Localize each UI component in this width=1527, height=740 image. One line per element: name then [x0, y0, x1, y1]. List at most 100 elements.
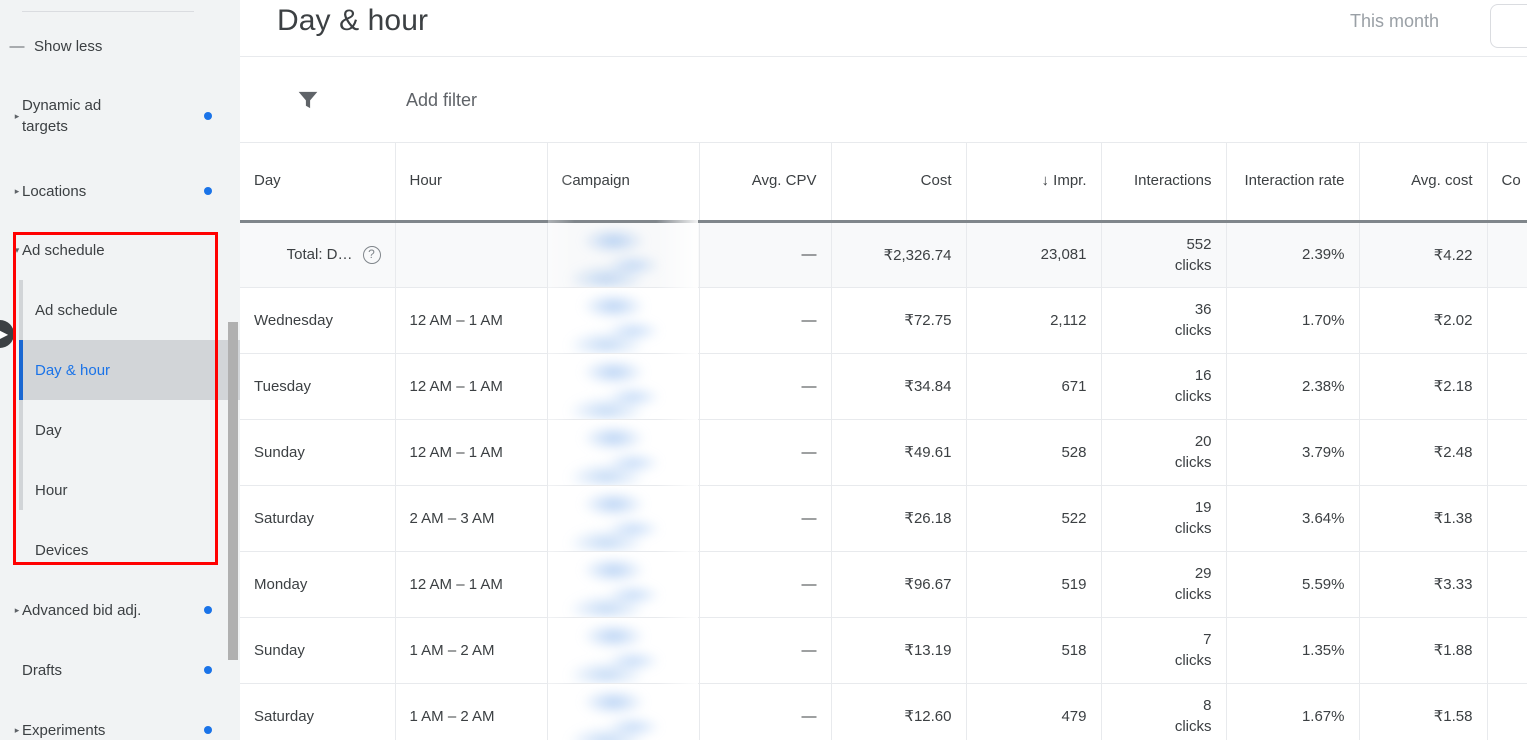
cell-avg-cpv: —	[699, 683, 832, 740]
sidebar-subitem-label: Hour	[35, 481, 68, 499]
cell-day: Saturday	[240, 683, 396, 740]
table-row[interactable]: Sunday 12 AM – 1 AM — ₹49.61 528 20 clicks 3.79…	[240, 419, 1527, 486]
table-header-row: Day Hour Campaign Avg. CPV Cost ↓ Impr. …	[240, 143, 1527, 223]
sidebar-item-experiments[interactable]: ▸ Experiments	[0, 717, 240, 740]
cell-avg-cost: ₹2.18	[1359, 353, 1488, 420]
cell-interactions: 19 clicks	[1101, 485, 1227, 552]
date-picker-button[interactable]	[1490, 4, 1527, 48]
redacted-campaign	[561, 353, 685, 418]
cell-day: Saturday	[240, 485, 396, 552]
cell-partial	[1487, 485, 1527, 552]
cell-impressions: 522	[966, 485, 1102, 552]
table-row[interactable]: Tuesday 12 AM – 1 AM — ₹34.84 671 16 clicks 2.3…	[240, 353, 1527, 420]
cell-interaction-rate: 1.70%	[1226, 287, 1360, 354]
cell-interaction-rate: 1.67%	[1226, 683, 1360, 740]
sidebar-item-label: Locations	[22, 182, 87, 200]
sidebar: — Show less ▸ Dynamic ad targets ▸ Locat…	[0, 0, 240, 740]
cell-impressions: 528	[966, 419, 1102, 486]
cell-impressions: 518	[966, 617, 1102, 684]
column-header-avg-cpv[interactable]: Avg. CPV	[699, 143, 832, 223]
total-avg-cost-cell: ₹4.22	[1359, 221, 1488, 288]
column-header-cost[interactable]: Cost	[831, 143, 967, 223]
redacted-campaign	[561, 683, 685, 740]
cell-hour: 1 AM – 2 AM	[395, 683, 548, 740]
table-row[interactable]: Monday 12 AM – 1 AM — ₹96.67 519 29 clicks 5.59…	[240, 551, 1527, 618]
new-badge-dot	[204, 666, 212, 674]
cell-cost: ₹96.67	[831, 551, 967, 618]
sidebar-subitem-label: Ad schedule	[35, 301, 118, 319]
top-bar: Day & hour This month	[240, 0, 1527, 57]
cell-avg-cost: ₹2.48	[1359, 419, 1488, 486]
cell-cost: ₹26.18	[831, 485, 967, 552]
table-row[interactable]: Saturday 1 AM – 2 AM — ₹12.60 479 8 clicks 1.67…	[240, 683, 1527, 740]
table-row[interactable]: Sunday 1 AM – 2 AM — ₹13.19 518 7 clicks 1.35% ₹…	[240, 617, 1527, 684]
total-label-cell: Total: D…?	[240, 221, 396, 288]
cell-interactions: 8 clicks	[1101, 683, 1227, 740]
cell-cost: ₹12.60	[831, 683, 967, 740]
cell-avg-cost: ₹1.88	[1359, 617, 1488, 684]
sidebar-subitem-day[interactable]: Day	[19, 400, 240, 460]
cell-day: Sunday	[240, 617, 396, 684]
column-header-campaign[interactable]: Campaign	[547, 143, 700, 223]
sidebar-item-label: Ad schedule	[22, 241, 105, 259]
chevron-right-icon: ▸	[14, 604, 20, 615]
cell-day: Tuesday	[240, 353, 396, 420]
sidebar-collapse-toggle[interactable]: ▶	[0, 320, 14, 348]
add-filter-button[interactable]: Add filter	[406, 90, 477, 111]
column-header-interaction-rate[interactable]: Interaction rate	[1226, 143, 1360, 223]
sidebar-subitem-hour[interactable]: Hour	[19, 460, 240, 520]
total-cost-cell: ₹2,326.74	[831, 221, 967, 288]
table-row[interactable]: Saturday 2 AM – 3 AM — ₹26.18 522 19 clicks 3.6…	[240, 485, 1527, 552]
cell-interactions: 16 clicks	[1101, 353, 1227, 420]
sidebar-item-dynamic-ad-targets[interactable]: ▸ Dynamic ad targets	[0, 94, 240, 138]
cell-hour: 12 AM – 1 AM	[395, 419, 548, 486]
cell-interaction-rate: 3.79%	[1226, 419, 1360, 486]
cell-impressions: 2,112	[966, 287, 1102, 354]
cell-cost: ₹13.19	[831, 617, 967, 684]
cell-hour: 1 AM – 2 AM	[395, 617, 548, 684]
cell-campaign	[547, 683, 700, 740]
cell-partial	[1487, 551, 1527, 618]
sidebar-scrollbar-thumb[interactable]	[228, 322, 238, 660]
cell-interactions: 7 clicks	[1101, 617, 1227, 684]
minus-icon: —	[9, 37, 25, 55]
sidebar-subitem-devices[interactable]: Devices	[19, 520, 240, 580]
cell-interaction-rate: 3.64%	[1226, 485, 1360, 552]
chevron-right-icon: ▸	[14, 110, 20, 121]
total-impressions-cell: 23,081	[966, 221, 1102, 288]
cell-interactions: 20 clicks	[1101, 419, 1227, 486]
filter-bar: Add filter	[240, 57, 1527, 143]
redacted-campaign	[561, 485, 685, 550]
cell-avg-cost: ₹1.38	[1359, 485, 1488, 552]
total-hour-cell	[395, 221, 548, 288]
app-root: — Show less ▸ Dynamic ad targets ▸ Locat…	[0, 0, 1527, 740]
sidebar-item-label: Advanced bid adj.	[22, 601, 142, 619]
column-header-partial[interactable]: Co	[1487, 143, 1527, 223]
sidebar-subitem-label: Day	[35, 421, 62, 439]
column-header-hour[interactable]: Hour	[395, 143, 548, 223]
sidebar-item-drafts[interactable]: Drafts	[0, 657, 240, 683]
sidebar-item-locations[interactable]: ▸ Locations	[0, 178, 240, 204]
column-header-avg-cost[interactable]: Avg. cost	[1359, 143, 1488, 223]
sidebar-item-ad-schedule-group[interactable]: ▾ Ad schedule	[0, 237, 240, 263]
sidebar-subitem-day-and-hour[interactable]: Day & hour	[19, 340, 240, 400]
new-badge-dot	[204, 606, 212, 614]
filter-icon[interactable]	[294, 86, 322, 114]
sidebar-subitem-ad-schedule[interactable]: Ad schedule	[19, 280, 240, 340]
sidebar-item-advanced-bid-adj[interactable]: ▸ Advanced bid adj.	[0, 597, 240, 623]
column-header-impressions-sorted[interactable]: ↓ Impr.	[966, 143, 1102, 223]
column-header-day[interactable]: Day	[240, 143, 396, 223]
cell-hour: 12 AM – 1 AM	[395, 353, 548, 420]
redacted-campaign	[561, 222, 685, 286]
cell-campaign	[547, 353, 700, 420]
redacted-campaign	[561, 419, 685, 484]
cell-cost: ₹72.75	[831, 287, 967, 354]
column-header-interactions[interactable]: Interactions	[1101, 143, 1227, 223]
help-icon[interactable]: ?	[362, 245, 381, 264]
table-row[interactable]: Wednesday 12 AM – 1 AM — ₹72.75 2,112 36 click…	[240, 287, 1527, 354]
cell-cost: ₹34.84	[831, 353, 967, 420]
date-range-label[interactable]: This month	[1350, 11, 1439, 32]
cell-interaction-rate: 2.38%	[1226, 353, 1360, 420]
cell-impressions: 479	[966, 683, 1102, 740]
sidebar-item-show-less[interactable]: — Show less	[0, 32, 240, 60]
